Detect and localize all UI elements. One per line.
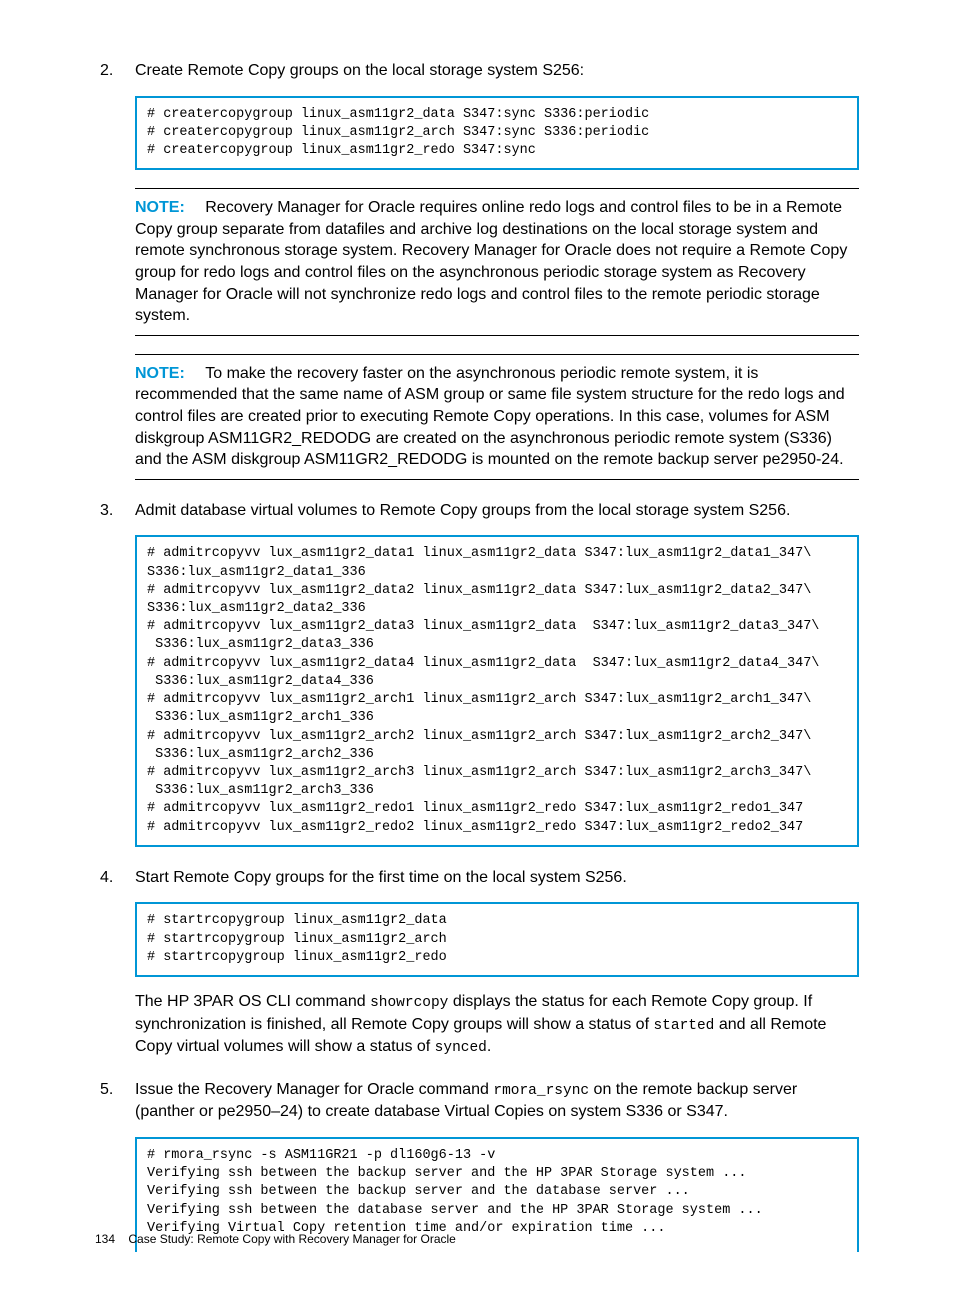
step-2-note-1: NOTE: Recovery Manager for Oracle requir… [135,188,859,336]
note-label: NOTE: [135,199,185,216]
page-number: 134 [95,1232,115,1246]
step-5: Issue the Recovery Manager for Oracle co… [95,1079,859,1252]
step-4: Start Remote Copy groups for the first t… [95,867,859,1059]
step-2-code: # creatercopygroup linux_asm11gr2_data S… [135,96,859,171]
note-text [189,365,205,382]
text-part: . [487,1038,491,1055]
text-part: Issue the Recovery Manager for Oracle co… [135,1081,493,1098]
step-3-code: # admitrcopyvv lux_asm11gr2_data1 linux_… [135,535,859,847]
inline-code: synced [435,1040,487,1056]
step-2-note-2: NOTE: To make the recovery faster on the… [135,354,859,480]
step-3: Admit database virtual volumes to Remote… [95,500,859,847]
note-text [189,199,205,216]
step-4-code: # startrcopygroup linux_asm11gr2_data # … [135,902,859,977]
inline-code: rmora_rsync [493,1083,589,1099]
step-2-text: Create Remote Copy groups on the local s… [135,60,859,82]
note-text: To make the recovery faster on the async… [135,365,845,468]
note-label: NOTE: [135,365,185,382]
step-3-text: Admit database virtual volumes to Remote… [135,500,859,522]
step-2: Create Remote Copy groups on the local s… [95,60,859,480]
inline-code: started [653,1018,714,1034]
page-footer: 134 Case Study: Remote Copy with Recover… [95,1231,456,1247]
text-part: The HP 3PAR OS CLI command [135,993,370,1010]
footer-title: Case Study: Remote Copy with Recovery Ma… [128,1232,455,1246]
inline-code: showrcopy [370,995,448,1011]
note-text: Recovery Manager for Oracle requires onl… [135,199,847,324]
step-list: Create Remote Copy groups on the local s… [95,60,859,1252]
step-4-text: Start Remote Copy groups for the first t… [135,867,859,889]
step-5-text: Issue the Recovery Manager for Oracle co… [135,1079,859,1123]
step-4-posttext: The HP 3PAR OS CLI command showrcopy dis… [135,991,859,1059]
